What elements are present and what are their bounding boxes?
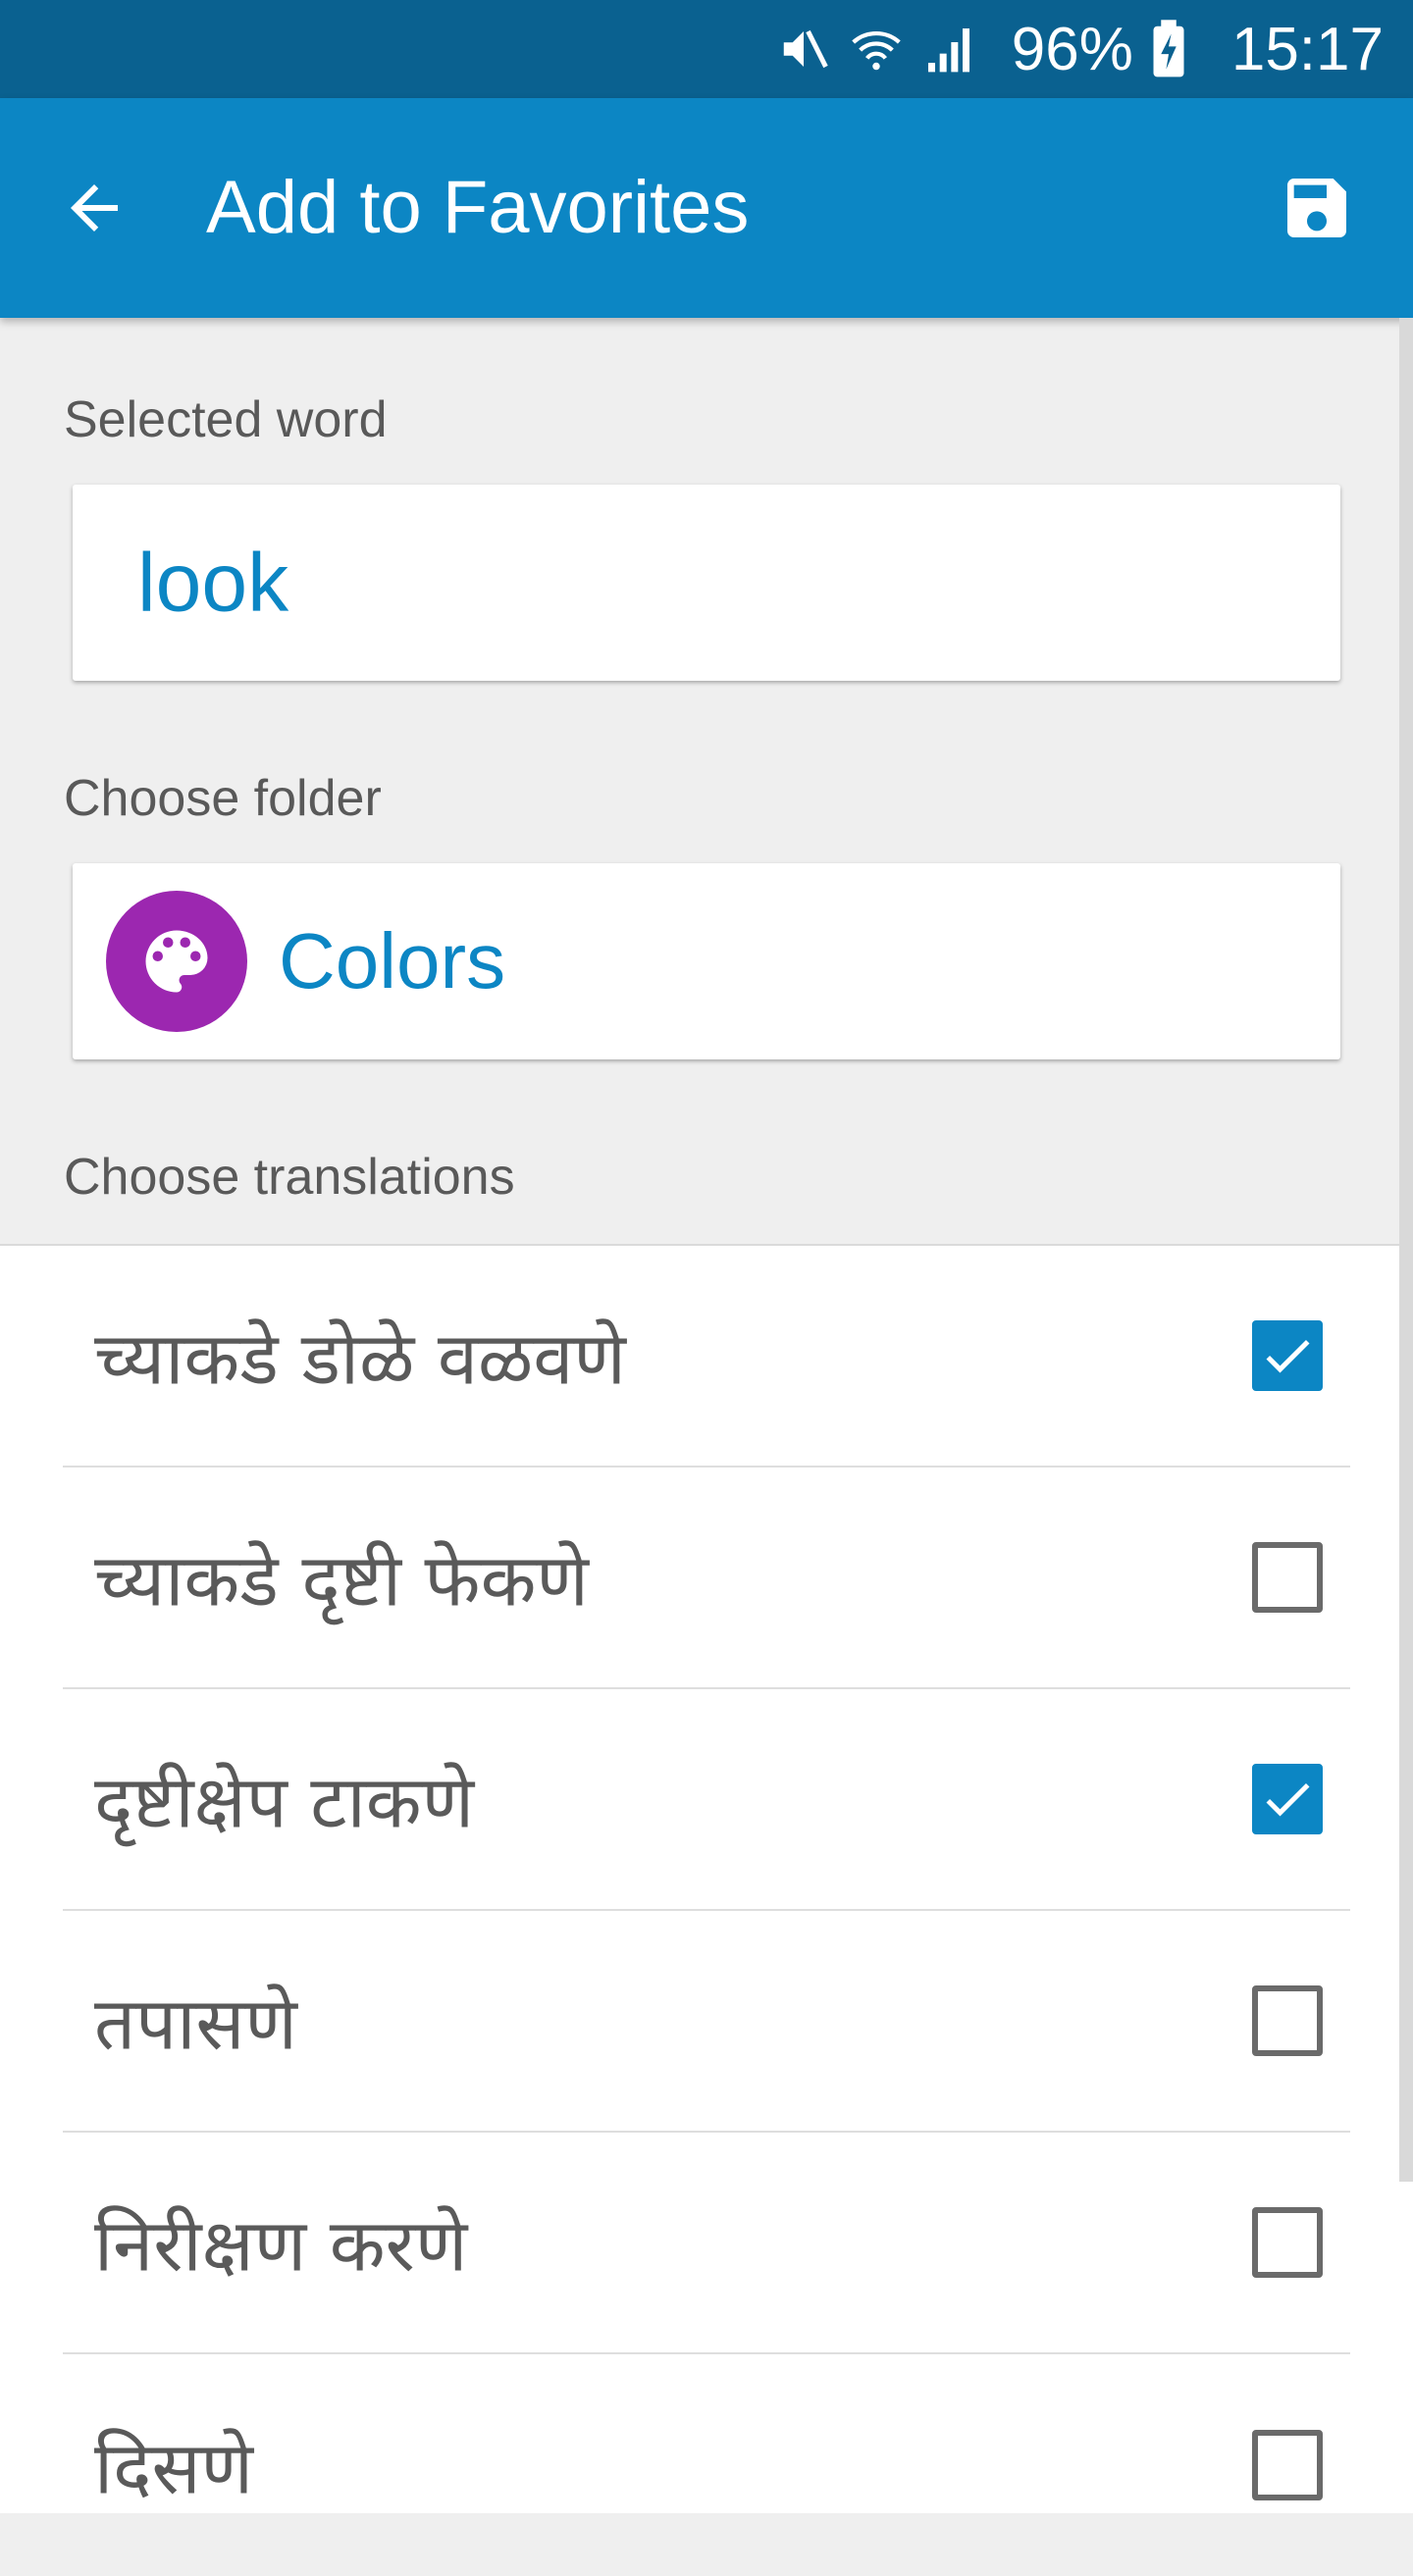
- battery-percentage: 96%: [1011, 15, 1133, 83]
- translation-label: च्याकडे दृष्टी फेकणे: [94, 1538, 589, 1623]
- page-title: Add to Favorites: [206, 166, 750, 249]
- scrollbar[interactable]: [1399, 318, 1413, 2182]
- choose-translations-label: Choose translations: [64, 1149, 515, 1206]
- app-bar: Add to Favorites: [0, 98, 1413, 318]
- translation-label: च्याकडे डोळे वळवणे: [94, 1316, 626, 1402]
- status-bar: 96% 15:17: [0, 0, 1413, 98]
- folder-name: Colors: [279, 917, 506, 1005]
- translation-checkbox[interactable]: [1252, 2207, 1323, 2278]
- translation-row[interactable]: निरीक्षण करणे: [63, 2133, 1350, 2354]
- back-button[interactable]: [55, 169, 133, 247]
- wifi-icon: [847, 20, 906, 78]
- translation-row[interactable]: तपासणे: [63, 1911, 1350, 2133]
- save-icon: [1287, 179, 1346, 237]
- translation-row[interactable]: दृष्टीक्षेप टाकणे: [63, 1689, 1350, 1911]
- translation-label: दिसणे: [94, 2426, 253, 2511]
- translation-label: निरीक्षण करणे: [94, 2203, 468, 2289]
- arrow-back-icon: [71, 184, 118, 232]
- translation-checkbox[interactable]: [1252, 1985, 1323, 2056]
- palette-icon: [145, 930, 208, 993]
- mute-icon: [774, 20, 833, 78]
- folder-selector[interactable]: Colors: [73, 863, 1340, 1059]
- translation-checkbox[interactable]: [1252, 1764, 1323, 1834]
- translation-label: तपासणे: [94, 1982, 297, 2067]
- folder-avatar: [106, 891, 247, 1032]
- battery-charging-icon: [1139, 20, 1198, 78]
- check-icon: [1266, 1339, 1310, 1373]
- translation-checkbox[interactable]: [1252, 1542, 1323, 1613]
- translation-label: दृष्टीक्षेप टाकणे: [94, 1760, 475, 1845]
- translations-list: च्याकडे डोळे वळवणे च्याकडे दृष्टी फेकणे …: [0, 1244, 1413, 2513]
- translation-checkbox[interactable]: [1252, 2430, 1323, 2500]
- selected-word-label: Selected word: [64, 391, 388, 448]
- translation-checkbox[interactable]: [1252, 1320, 1323, 1391]
- signal-icon: [919, 20, 978, 78]
- choose-folder-label: Choose folder: [64, 770, 382, 827]
- clock: 15:17: [1230, 15, 1384, 83]
- save-button[interactable]: [1278, 169, 1356, 247]
- translation-row[interactable]: च्याकडे दृष्टी फेकणे: [63, 1468, 1350, 1689]
- translation-row[interactable]: दिसणे: [63, 2354, 1350, 2576]
- check-icon: [1266, 1782, 1310, 1817]
- selected-word-field[interactable]: look: [73, 485, 1340, 681]
- selected-word-value: look: [137, 536, 289, 629]
- translation-row[interactable]: च्याकडे डोळे वळवणे: [63, 1246, 1350, 1468]
